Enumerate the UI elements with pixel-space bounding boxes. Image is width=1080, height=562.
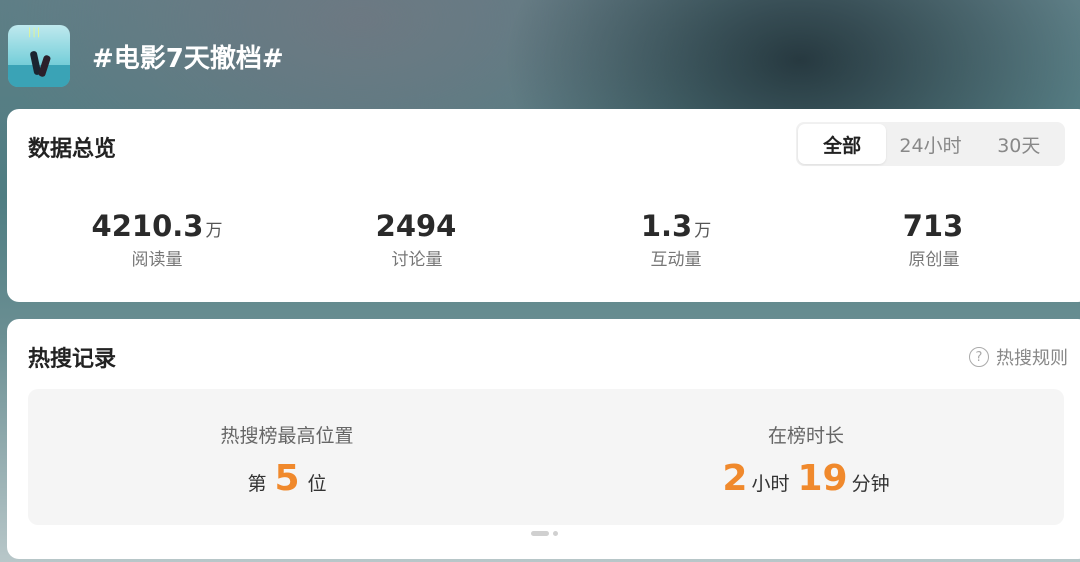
stat-number: 713 xyxy=(902,209,964,243)
duration-minutes: 19 xyxy=(797,458,848,499)
stat-discussions: 2494 讨论量 xyxy=(287,209,547,270)
duration-line: 2 小时 19 分钟 xyxy=(606,458,1006,502)
overview-title: 数据总览 xyxy=(28,137,117,162)
stat-number: 1.3 xyxy=(640,209,693,243)
tab-30d[interactable]: 30天 xyxy=(975,124,1063,164)
page-indicator xyxy=(531,531,558,536)
stat-label: 讨论量 xyxy=(391,250,443,270)
time-range-tabs: 全部 24小时 30天 xyxy=(796,122,1065,166)
peak-rank-prefix: 第 xyxy=(247,473,267,495)
thumbnail-glyph: ||| xyxy=(28,27,42,38)
stat-value: 713 xyxy=(804,209,1064,243)
stat-originals: 713 原创量 xyxy=(804,209,1064,270)
stat-number: 2494 xyxy=(375,209,457,243)
stat-label: 互动量 xyxy=(650,250,702,270)
stat-unit: 万 xyxy=(205,221,223,241)
peak-rank-block: 热搜榜最高位置 第 5 位 xyxy=(87,389,487,502)
page-indicator-dot xyxy=(553,531,558,536)
stat-unit: 万 xyxy=(694,221,712,241)
rules-label: 热搜规则 xyxy=(996,348,1068,369)
topic-header: ||| #电影7天撤档# xyxy=(8,24,284,88)
hot-search-title: 热搜记录 xyxy=(28,347,117,372)
duration-block: 在榜时长 2 小时 19 分钟 xyxy=(606,389,1006,502)
question-circle-icon: ? xyxy=(969,347,989,367)
overview-stats: 4210.3 万 阅读量 2494 讨论量 1.3 万 互动量 713 原创量 xyxy=(27,209,1067,279)
duration-minutes-unit: 分钟 xyxy=(851,473,890,495)
peak-rank-suffix: 位 xyxy=(307,473,327,495)
stat-number: 4210.3 xyxy=(91,209,204,243)
peak-rank-caption: 热搜榜最高位置 xyxy=(220,425,354,447)
stat-value: 1.3 万 xyxy=(546,209,806,243)
duration-caption: 在榜时长 xyxy=(767,425,844,447)
stat-label: 阅读量 xyxy=(131,250,183,270)
tab-24h[interactable]: 24小时 xyxy=(886,124,974,164)
topic-title: #电影7天撤档# xyxy=(92,43,284,74)
data-overview-card: 数据总览 全部 24小时 30天 4210.3 万 阅读量 2494 讨论量 1.… xyxy=(7,109,1080,302)
tab-all[interactable]: 全部 xyxy=(798,124,887,164)
duration-hours-unit: 小时 xyxy=(751,473,790,495)
page-indicator-active xyxy=(531,531,549,536)
peak-rank-value: 5 xyxy=(274,458,300,499)
stat-value: 4210.3 万 xyxy=(27,209,287,243)
topic-thumbnail[interactable]: ||| xyxy=(8,25,70,87)
hot-search-panel: 热搜榜最高位置 第 5 位 在榜时长 2 小时 19 分钟 xyxy=(28,389,1064,525)
stat-label: 原创量 xyxy=(908,250,960,270)
stat-interactions: 1.3 万 互动量 xyxy=(546,209,806,270)
hot-search-rules-link[interactable]: ? 热搜规则 xyxy=(969,344,1068,370)
stat-value: 2494 xyxy=(287,209,547,243)
duration-hours: 2 xyxy=(722,458,748,499)
stat-reads: 4210.3 万 阅读量 xyxy=(27,209,287,270)
peak-rank-line: 第 5 位 xyxy=(87,458,487,502)
hot-search-card: 热搜记录 ? 热搜规则 热搜榜最高位置 第 5 位 在榜时长 2 小时 19 分… xyxy=(7,319,1080,559)
